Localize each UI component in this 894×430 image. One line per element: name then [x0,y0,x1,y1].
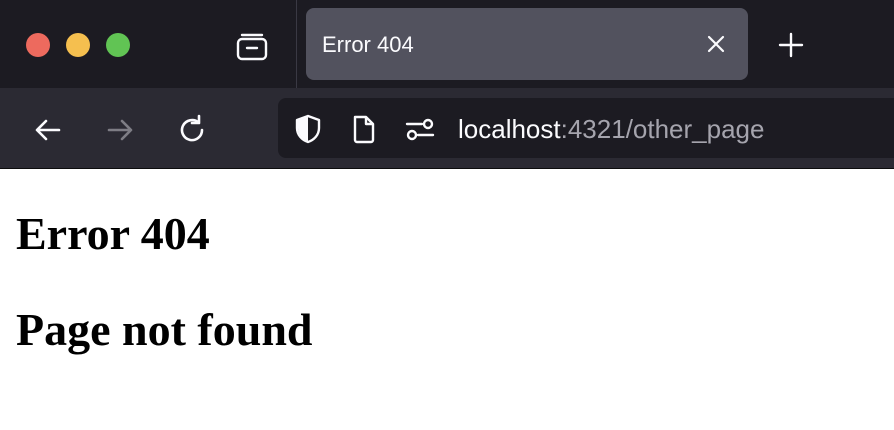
forward-button[interactable] [100,110,140,150]
url-path: :4321/other_page [560,114,765,144]
tab-strip: Error 404 [0,0,894,88]
close-icon [707,35,725,53]
plus-icon [778,32,804,58]
page-heading: Error 404 [16,208,210,259]
page-subheading: Page not found [16,304,313,355]
tab-tray-icon [236,33,268,61]
forward-arrow-icon [107,119,133,141]
window-maximize-button[interactable] [106,33,130,57]
reload-icon [180,114,204,142]
url-host: localhost [458,114,561,144]
tab-strip-divider [296,0,297,88]
tab-active[interactable]: Error 404 [306,8,748,80]
page-icon [353,115,375,144]
permissions-button[interactable] [404,114,436,144]
address-bar[interactable]: localhost:4321/other_page [278,98,894,158]
tab-close-button[interactable] [704,32,728,56]
permissions-icon [405,118,435,141]
url-text[interactable]: localhost:4321/other_page [458,98,764,158]
tab-tray-button[interactable] [232,28,272,64]
window-close-button[interactable] [26,33,50,57]
tracking-protection-button[interactable] [292,114,324,144]
shield-icon [295,114,321,144]
back-button[interactable] [28,110,68,150]
page-content: Error 404 Page not found [0,169,894,430]
navigation-toolbar: localhost:4321/other_page [0,88,894,169]
new-tab-button[interactable] [772,26,810,64]
window-minimize-button[interactable] [66,33,90,57]
reload-button[interactable] [172,110,212,150]
back-arrow-icon [35,119,61,141]
browser-window: Error 404 localhost:4321/other_page Erro… [0,0,894,430]
tab-title: Error 404 [322,32,414,57]
site-info-button[interactable] [348,114,380,144]
